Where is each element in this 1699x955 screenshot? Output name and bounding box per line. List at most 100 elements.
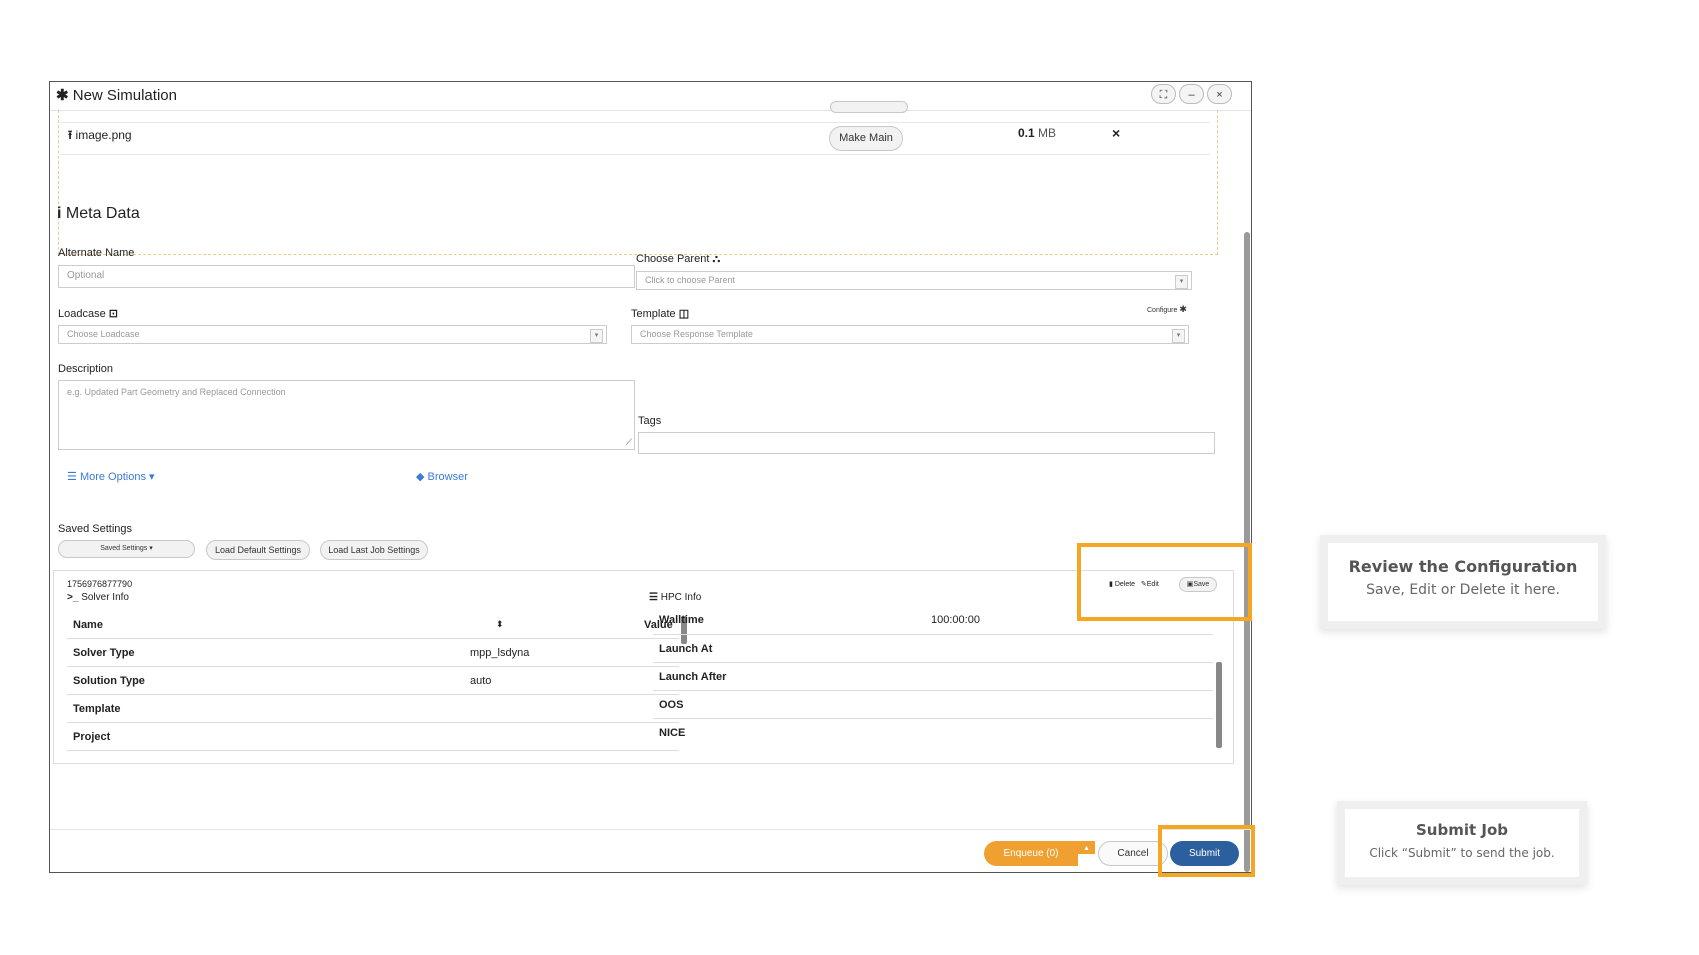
caret-down-icon: ▾ (149, 545, 153, 552)
hpc-row-value: 100:00:00 (931, 614, 980, 626)
enqueue-dropdown-caret[interactable]: ▴ (1078, 841, 1095, 854)
config-actions-highlight (1077, 543, 1252, 621)
load-last-job-settings-button[interactable]: Load Last Job Settings (320, 540, 428, 560)
description-label: Description (58, 363, 114, 375)
template-label-text: Template (631, 308, 676, 320)
more-options-text: More Options (79, 471, 146, 483)
meta-data-title: Meta Data (65, 205, 140, 222)
loadcase-select[interactable]: Choose Loadcase ▾ (58, 325, 607, 344)
solver-info-title: Solver Info (81, 592, 129, 603)
table-row: OOS (653, 690, 1213, 718)
file-row: ⭱ image.png (68, 126, 132, 147)
loadcase-label-text: Loadcase (58, 308, 106, 320)
remove-file-icon[interactable]: × (1112, 125, 1120, 141)
meta-data-heading: i Meta Data (57, 205, 140, 223)
configure-link[interactable]: Configure ✱ (1147, 304, 1187, 315)
sliders-icon: ☰ (67, 471, 77, 483)
caret-down-icon: ▾ (149, 471, 155, 483)
caret-down-icon: ▾ (1172, 329, 1185, 343)
caret-down-icon: ▾ (1175, 275, 1188, 289)
review-callout-title: Review the Configuration (1348, 557, 1578, 576)
saved-settings-dropdown[interactable]: Saved Settings ▾ (58, 540, 195, 558)
template-select[interactable]: Choose Response Template ▾ (631, 325, 1189, 344)
minimize-button[interactable]: – (1179, 84, 1204, 104)
footer-divider (50, 829, 1251, 830)
file-size-unit: MB (1038, 126, 1057, 140)
table-row-divider (67, 750, 679, 751)
asterisk-icon: ✱ (56, 87, 69, 104)
template-label: Template ◫ (631, 307, 689, 320)
caret-down-icon: ▾ (590, 329, 603, 343)
previous-make-main-button[interactable] (830, 101, 908, 113)
sitemap-icon: ⛬ (712, 253, 721, 265)
solver-row-name: Template (73, 703, 121, 715)
hpc-info-heading: ☰ HPC Info (649, 592, 701, 603)
modal-title-text: New Simulation (72, 87, 177, 104)
modal-titlebar: ✱ New Simulation ⛶ – × (50, 82, 1251, 111)
file-row-divider (60, 154, 1210, 155)
description-placeholder: e.g. Updated Part Geometry and Replaced … (67, 387, 286, 397)
file-name: image.png (75, 128, 132, 142)
file-size-value: 0.1 (1018, 126, 1035, 140)
hpc-row-name: Launch After (659, 671, 727, 683)
submit-callout-title: Submit Job (1415, 821, 1508, 839)
make-main-button[interactable]: Make Main (829, 126, 903, 151)
tags-input[interactable] (638, 432, 1215, 454)
sort-icon[interactable]: ⬍ (496, 619, 504, 630)
table-row: Template (67, 694, 679, 722)
server-icon: ☰ (649, 592, 658, 603)
hpc-table-scrollbar[interactable] (1216, 662, 1222, 748)
table-row: Launch After (653, 662, 1213, 690)
new-simulation-modal: ✱ New Simulation ⛶ – × ⭱ image.png Make … (49, 81, 1252, 873)
review-configuration-callout: Review the Configuration Save, Edit or D… (1328, 543, 1598, 621)
gear-icon: ✱ (1179, 304, 1187, 314)
solver-col-name[interactable]: Name (73, 619, 103, 631)
table-row: Project (67, 722, 679, 750)
submit-callout-text: Click “Submit” to send the job. (1369, 846, 1555, 860)
lock-box-icon: ⊡ (108, 308, 118, 320)
solver-row-value: mpp_lsdyna (470, 647, 530, 659)
alternate-name-input[interactable]: Optional (58, 265, 635, 288)
choose-parent-placeholder: Click to choose Parent (645, 275, 736, 285)
table-row: Solver Type mpp_lsdyna (67, 638, 679, 666)
maximize-button[interactable]: ⛶ (1151, 84, 1176, 104)
file-size: 0.1 MB (1018, 126, 1056, 140)
solver-row-name: Project (73, 731, 111, 743)
resize-handle-icon[interactable]: ⟋ (626, 435, 632, 449)
table-row: Solution Type auto (67, 666, 679, 694)
table-row: Launch At (653, 634, 1213, 662)
close-button[interactable]: × (1207, 84, 1232, 104)
configure-label: Configure (1147, 307, 1178, 314)
loadcase-placeholder: Choose Loadcase (67, 329, 140, 339)
review-callout-text: Save, Edit or Delete it here. (1366, 582, 1560, 598)
hpc-info-title: HPC Info (660, 592, 702, 603)
alternate-name-label: Alternate Name (58, 247, 135, 259)
choose-parent-select[interactable]: Click to choose Parent ▾ (636, 271, 1192, 290)
loadcase-label: Loadcase ⊡ (58, 307, 118, 320)
more-options-link[interactable]: ☰ More Options ▾ (67, 470, 155, 483)
table-row: NICE (653, 718, 1213, 746)
submit-job-callout: Submit Job Click “Submit” to send the jo… (1345, 809, 1579, 877)
browser-text: Browser (427, 471, 468, 483)
template-placeholder: Choose Response Template (640, 329, 753, 339)
file-row-divider (60, 122, 1210, 123)
hpc-row-name: NICE (659, 727, 686, 739)
saved-settings-label: Saved Settings (58, 523, 132, 535)
hpc-row-name: Walltime (659, 614, 704, 626)
solver-row-value: auto (470, 675, 492, 687)
upload-icon: ⭱ (68, 128, 73, 142)
load-default-settings-button[interactable]: Load Default Settings (206, 540, 310, 560)
hpc-row-name: Launch At (659, 643, 713, 655)
choose-parent-label-text: Choose Parent (636, 253, 710, 265)
browser-link[interactable]: ◆ Browser (416, 470, 468, 483)
modal-title: ✱ New Simulation (56, 86, 177, 104)
solver-row-name: Solution Type (73, 675, 145, 687)
enqueue-button[interactable]: Enqueue (0) (984, 841, 1078, 866)
config-id: 1756976877790 (67, 579, 133, 589)
solver-row-name: Solver Type (73, 647, 135, 659)
saved-settings-dropdown-text: Saved Settings (100, 545, 148, 552)
description-textarea[interactable]: e.g. Updated Part Geometry and Replaced … (58, 380, 635, 450)
tag-icon: ◆ (416, 471, 425, 483)
submit-highlight (1158, 825, 1255, 877)
terminal-icon: >_ (67, 592, 79, 603)
